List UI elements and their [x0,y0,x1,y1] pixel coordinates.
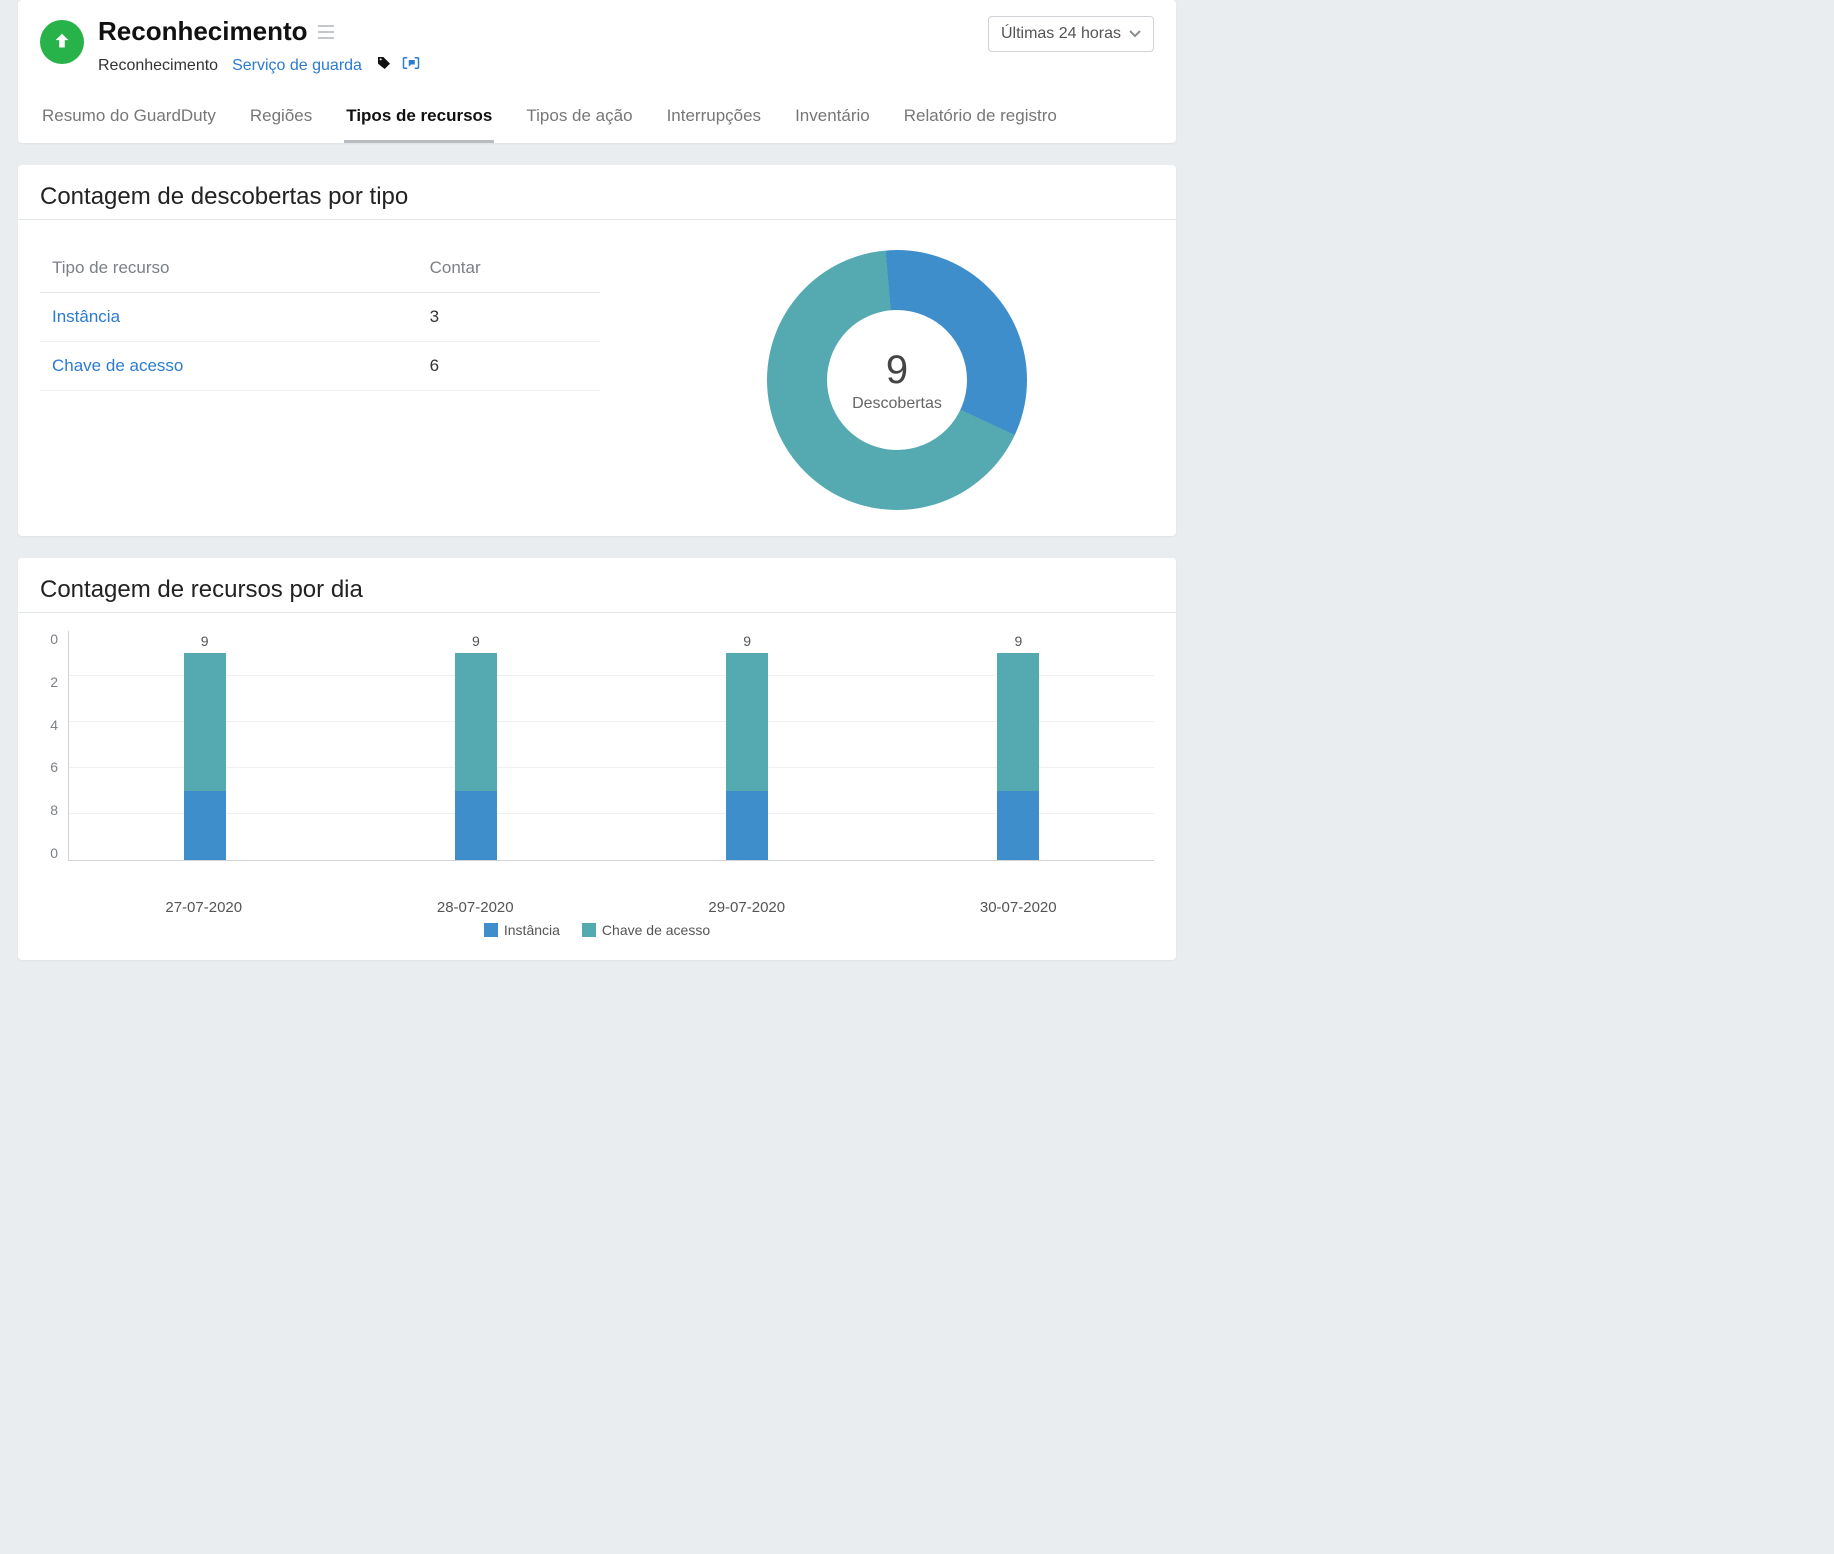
tab-resumo-do-guardduty[interactable]: Resumo do GuardDuty [40,96,218,143]
time-range-label: Últimas 24 horas [1001,25,1121,43]
stacked-bar[interactable]: 9 [726,653,768,860]
bar-column: 9 [612,631,883,860]
chevron-down-icon [1129,30,1141,38]
ytick-label: 6 [40,759,58,775]
bar-chart-yaxis: 0 2 4 6 8 0 [40,631,68,861]
tab-tipos-de-recursos[interactable]: Tipos de recursos [344,96,494,143]
donut-total-label: Descobertas [852,395,942,413]
legend-swatch-b [582,923,596,937]
table-row: Chave de acesso6 [40,342,600,391]
resources-by-day-title: Contagem de recursos por dia [40,576,1154,604]
bar-column: 9 [883,631,1154,860]
tab-bar: Resumo do GuardDuty Regiões Tipos de recur… [40,96,1154,143]
bar-segment-access-key [455,653,497,791]
ytick-label: 0 [40,631,58,647]
bar-total-label: 9 [1014,633,1022,649]
ytick-label: 4 [40,717,58,733]
bar-segment-instance [726,791,768,860]
page-status-icon [40,20,84,64]
resource-type-count: 3 [418,293,600,342]
page-title: Reconhecimento [98,16,420,47]
dashboard-header-card: Reconhecimento Reconhecimento Serviço de… [18,0,1176,143]
resource-type-table: Tipo de recurso Contar Instância3Chave d… [40,240,600,391]
bar-column: 9 [340,631,611,860]
breadcrumb: Reconhecimento Serviço de guarda [98,55,420,76]
findings-donut-chart: 9 Descobertas [767,250,1027,510]
breadcrumb-root: Reconhecimento [98,57,218,75]
bar-chart-legend: Instância Chave de acesso [40,922,1154,938]
bar-total-label: 9 [472,633,480,649]
col-resource-type: Tipo de recurso [40,240,418,293]
xtick-label: 29-07-2020 [611,899,883,916]
breadcrumb-service-link[interactable]: Serviço de guarda [232,57,362,75]
tab-regi-es[interactable]: Regiões [248,96,314,143]
bar-segment-access-key [997,653,1039,791]
legend-label-b: Chave de acesso [602,922,710,938]
tag-icon[interactable] [376,55,392,76]
col-count: Contar [418,240,600,293]
bar-chart-plot: 9 9 9 9 [68,631,1154,861]
resources-by-day-card: Contagem de recursos por dia 024680 9999… [18,558,1176,960]
bar-total-label: 9 [201,633,209,649]
bar-column: 9 [69,631,340,860]
bar-segment-instance [184,791,226,860]
findings-by-type-title: Contagem de descobertas por tipo [40,183,1154,211]
resource-type-link[interactable]: Chave de acesso [40,342,418,391]
bar-segment-access-key [184,653,226,791]
stacked-bar[interactable]: 9 [184,653,226,860]
bar-segment-instance [997,791,1039,860]
tab-relat-rio-de-registro[interactable]: Relatório de registro [902,96,1059,143]
time-range-dropdown[interactable]: Últimas 24 horas [988,16,1154,52]
stacked-bar[interactable]: 9 [455,653,497,860]
findings-by-type-card: Contagem de descobertas por tipo Tipo de… [18,165,1176,536]
xtick-label: 30-07-2020 [883,899,1155,916]
annotation-icon[interactable] [402,56,420,75]
resource-type-link[interactable]: Instância [40,293,418,342]
ytick-label: 2 [40,674,58,690]
table-row: Instância3 [40,293,600,342]
bar-total-label: 9 [743,633,751,649]
title-menu-icon[interactable] [318,25,334,39]
tab-interrup-es[interactable]: Interrupções [665,96,764,143]
page-title-text: Reconhecimento [98,16,308,47]
xtick-label: 28-07-2020 [340,899,612,916]
legend-swatch-a [484,923,498,937]
bar-chart-xaxis: 27-07-202028-07-202029-07-202030-07-2020 [68,899,1154,916]
resource-type-count: 6 [418,342,600,391]
xtick-label: 27-07-2020 [68,899,340,916]
legend-label-a: Instância [504,922,560,938]
bar-segment-instance [455,791,497,860]
tab-tipos-de-a-o[interactable]: Tipos de ação [524,96,634,143]
stacked-bar[interactable]: 9 [997,653,1039,860]
ytick-label: 0 [40,845,58,861]
tab-invent-rio[interactable]: Inventário [793,96,872,143]
bar-segment-access-key [726,653,768,791]
ytick-label: 8 [40,802,58,818]
donut-total-value: 9 [886,348,908,393]
